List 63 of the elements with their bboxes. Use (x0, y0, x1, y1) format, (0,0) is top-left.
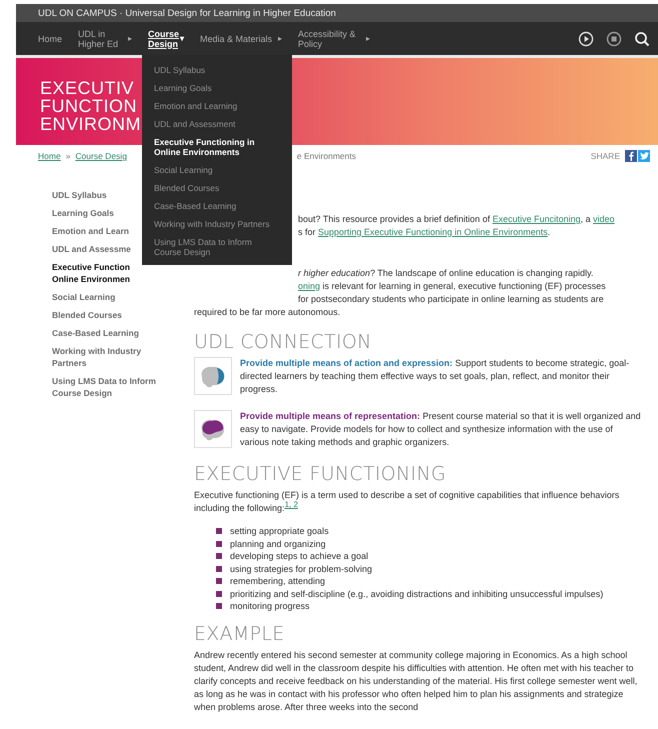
section-heading: EXAMPLE (194, 622, 285, 644)
facebook-icon[interactable] (625, 150, 637, 162)
list-item: setting appropriate goals (230, 525, 330, 538)
reference-link[interactable]: 1, 2 (284, 500, 298, 509)
menu-item[interactable]: Executive Functioning in Online Environments (142, 133, 292, 161)
section-heading: EXECUTIVE FUNCTIONING (194, 463, 446, 485)
sidebar-item[interactable]: Working with Industry Partners (52, 345, 158, 369)
list-item: developing steps to achieve a goal (230, 550, 370, 562)
breadcrumb-current: e Environments (296, 151, 356, 161)
bullet-icon (216, 553, 222, 559)
breadcrumb-separator: » (66, 151, 70, 161)
list-item: monitoring progress (230, 600, 311, 612)
sidebar-item[interactable]: Using LMS Data to Inform Course Design (52, 375, 158, 399)
menu-item[interactable]: Learning Goals (142, 79, 292, 97)
page-title: FUNCTION (40, 97, 137, 115)
paragraph-line: oning is relevant for learning in general, executive functioning (EF) processes (297, 280, 606, 293)
list-item: using strategies for problem-solving (230, 562, 374, 575)
bullet-icon (216, 540, 222, 546)
bullet-icon (216, 566, 222, 572)
paragraph-line: for postsecondary students who participate in online learning as students are (297, 293, 604, 306)
paragraph-line: r higher education? The landscape of online education is changing rapidly. (297, 267, 594, 280)
menu-item[interactable]: UDL and Assessment (142, 115, 292, 133)
play-icon[interactable] (578, 30, 594, 46)
site-title: UDL ON CAMPUS · Universal Design for Learning in Higher Education (38, 8, 336, 18)
page-title: ENVIRONM (40, 115, 142, 133)
breadcrumb-link[interactable]: Course Desig (75, 151, 127, 161)
text-link[interactable]: video (593, 214, 615, 224)
paragraph: Executive functioning (EF) is a term used to describe a set of cognitive capabilities that influence behaviors including the following:$^{1, 2}$ (194, 489, 620, 515)
menu-item[interactable]: UDL Syllabus (142, 61, 292, 79)
breadcrumb-link[interactable]: Home (38, 151, 61, 161)
principle-text: Provide multiple means of action and expression: Support students to become strategic, goal-directed learners by teaching them effective ways to set goals, plan, reflect, and monitor their progress. (240, 357, 630, 396)
bullet-icon (216, 528, 222, 534)
sidebar-item[interactable]: Case-Based Learning (52, 327, 158, 339)
menu-item[interactable]: Case-Based Learning (142, 197, 292, 215)
list-item: prioritizing and self-discipline (e.g., avoiding distractions and inhibiting unsuccessful impulses) (230, 588, 604, 600)
paragraph-line: required to be far more autonomous. (194, 306, 340, 319)
search-icon[interactable] (634, 30, 650, 46)
sidebar-item[interactable]: Blended Courses (52, 309, 158, 321)
nav-item[interactable]: Accessibility & Policy ▸ (298, 28, 370, 48)
sidebar-item[interactable]: Social Learning (52, 291, 158, 303)
text-link[interactable]: Executive Funcitoning (492, 214, 581, 224)
sidebar-item[interactable]: Executive Function Online Environmen (52, 261, 140, 285)
list-item: planning and organizing (230, 538, 327, 550)
principle-text: Provide multiple means of representation: Present course material so that it is well organized and easy to navigate. Provide models for how to collect and synthesize information with the use of various note taking methods and graphic organizers. (240, 410, 642, 449)
text-link[interactable]: oning (298, 281, 320, 291)
paragraph: Andrew recently entered his second semester at community college majoring in Economics. As a high school student, Andrew did well in the classroom despite his difficulties with attention. He often met with his teacher to clarify concepts and receive feedback on his understanding of the material. His first college semester went well, as long as he was in contact with his professor who often helped him to plan his assignments and strategize when problems arose. After three weeks into the second (194, 648, 638, 714)
bullet-icon (216, 590, 222, 596)
menu-item[interactable]: Working with Industry Partners (142, 215, 292, 233)
bullet-icon (216, 603, 222, 609)
menu-item[interactable]: Blended Courses (142, 179, 292, 197)
nav-item[interactable]: Media & Materials ▸ (200, 34, 282, 44)
page-title: EXECUTIV (40, 79, 134, 97)
bullet-icon (216, 578, 222, 584)
menu-item[interactable]: Emotion and Learning (142, 97, 292, 115)
nav-item[interactable]: Home (38, 34, 62, 44)
section-heading: UDL CONNECTION (194, 331, 372, 353)
menu-item[interactable]: Using LMS Data to Inform Course Design (142, 233, 292, 261)
share-label: SHARE (590, 151, 620, 161)
menu-item[interactable]: Social Learning (142, 161, 292, 179)
list-item: remembering, attending (230, 575, 326, 588)
nav-item[interactable]: UDL in Higher Ed ▸ (78, 28, 132, 48)
stop-icon[interactable] (606, 30, 622, 46)
text-link[interactable]: Supporting Executive Functioning in Online Environments (318, 227, 548, 237)
